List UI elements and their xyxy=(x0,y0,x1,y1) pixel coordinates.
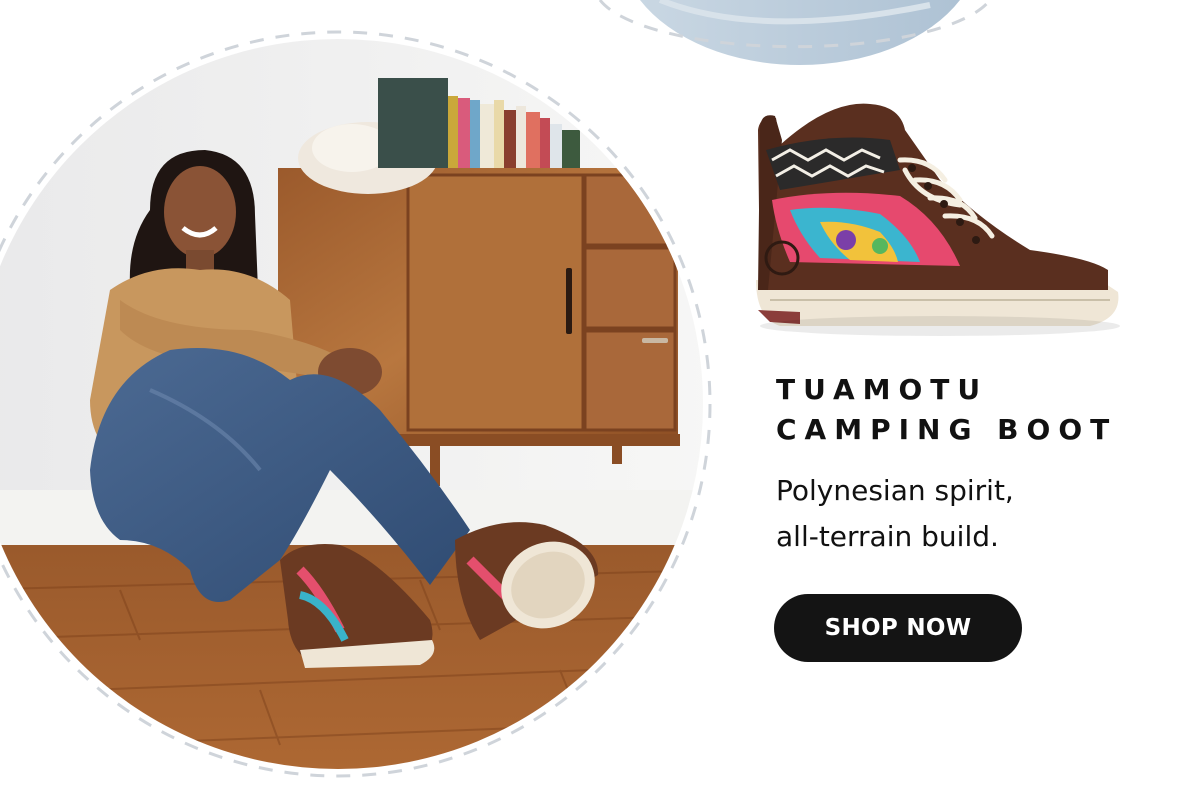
product-tagline-line-2: all-terrain build. xyxy=(776,520,999,553)
product-tagline-line-1: Polynesian spirit, xyxy=(776,474,1014,507)
product-title-line-1: TUAMOTU xyxy=(776,373,989,406)
promo-banner: TUAMOTU CAMPING BOOT Polynesian spirit, … xyxy=(0,0,1200,810)
shop-now-button[interactable]: SHOP NOW xyxy=(774,594,1022,662)
product-boot-photo xyxy=(756,103,1120,336)
product-tagline: Polynesian spirit, all-terrain build. xyxy=(776,468,1156,560)
product-title: TUAMOTU CAMPING BOOT xyxy=(776,370,1186,450)
lifestyle-photo xyxy=(0,39,703,769)
product-title-line-2: CAMPING BOOT xyxy=(776,413,1118,446)
top-circle-photo xyxy=(598,0,992,66)
